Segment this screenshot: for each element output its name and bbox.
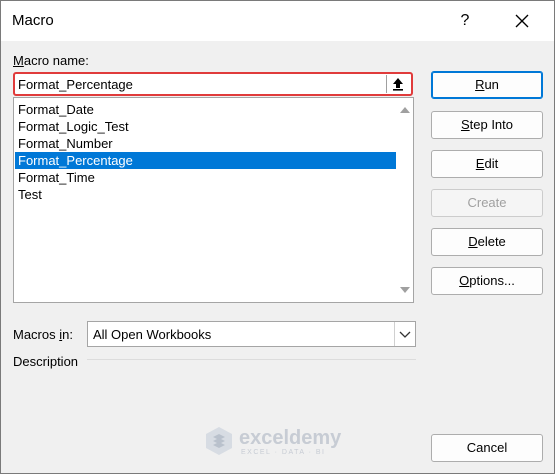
macros-in-post: n:	[62, 327, 73, 342]
macro-list-items: Format_Date Format_Logic_Test Format_Numbe…	[15, 101, 396, 203]
options-accel: O	[459, 273, 470, 288]
list-item[interactable]: Format_Date	[15, 101, 396, 118]
macro-name-input[interactable]: Format_Percentage	[13, 72, 413, 96]
create-label: Create	[467, 195, 507, 210]
macro-list[interactable]: Format_Date Format_Logic_Test Format_Numbe…	[13, 97, 414, 303]
macro-name-value[interactable]: Format_Percentage	[18, 77, 133, 92]
close-icon	[515, 14, 529, 28]
upload-arrow-icon	[393, 78, 403, 91]
cancel-button[interactable]: Cancel	[431, 434, 543, 462]
create-button[interactable]: Create	[431, 189, 543, 217]
list-item[interactable]: Format_Logic_Test	[15, 118, 396, 135]
chevron-down-icon	[399, 331, 411, 338]
options-button[interactable]: Options...	[431, 267, 543, 295]
collapse-dialog-button[interactable]	[386, 75, 409, 93]
step-into-button[interactable]: Step Into	[431, 111, 543, 139]
options-rest: ptions...	[469, 273, 515, 288]
dropdown-button[interactable]	[394, 322, 415, 346]
help-button[interactable]: ?	[455, 10, 475, 32]
watermark-name: exceldemy	[239, 427, 342, 449]
watermark-tagline: EXCEL · DATA · BI	[241, 449, 326, 456]
description-label: Description	[13, 354, 79, 369]
exceldemy-watermark: exceldemy EXCEL · DATA · BI	[203, 425, 341, 460]
macro-name-label-rest: acro name:	[23, 53, 89, 68]
delete-accel: D	[468, 234, 478, 249]
macros-in-value: All Open Workbooks	[93, 327, 212, 342]
macro-name-label-accel: M	[13, 53, 24, 68]
delete-button[interactable]: Delete	[431, 228, 543, 256]
list-item[interactable]: Format_Percentage	[15, 152, 396, 169]
delete-rest: elete	[477, 234, 506, 249]
macros-in-pre: Macros	[13, 327, 60, 342]
step-accel: S	[460, 117, 470, 132]
list-item[interactable]: Test	[15, 186, 396, 203]
step-rest: tep Into	[469, 117, 514, 132]
macro-list-scrollbar[interactable]	[396, 98, 413, 302]
edit-button[interactable]: Edit	[431, 150, 543, 178]
list-item[interactable]: Format_Number	[15, 135, 396, 152]
macros-in-label: Macros in:	[13, 327, 73, 342]
edit-rest: dit	[484, 156, 499, 171]
macro-dialog: Macro ? Macro name: Format_Percentage Fo…	[0, 0, 555, 474]
scroll-down-icon[interactable]	[400, 287, 410, 293]
scroll-up-icon[interactable]	[400, 107, 410, 113]
run-button[interactable]: Run	[431, 71, 543, 99]
macro-name-label: Macro name:	[13, 53, 89, 68]
dialog-title: Macro	[12, 12, 54, 29]
list-item[interactable]: Format_Time	[15, 169, 396, 186]
cancel-label: Cancel	[466, 440, 508, 455]
close-button[interactable]	[511, 10, 533, 32]
exceldemy-logo-icon	[206, 427, 232, 455]
description-separator	[87, 359, 416, 360]
title-bar: Macro ?	[1, 1, 554, 41]
macros-in-select[interactable]: All Open Workbooks	[87, 321, 416, 347]
run-rest: un	[484, 77, 499, 92]
